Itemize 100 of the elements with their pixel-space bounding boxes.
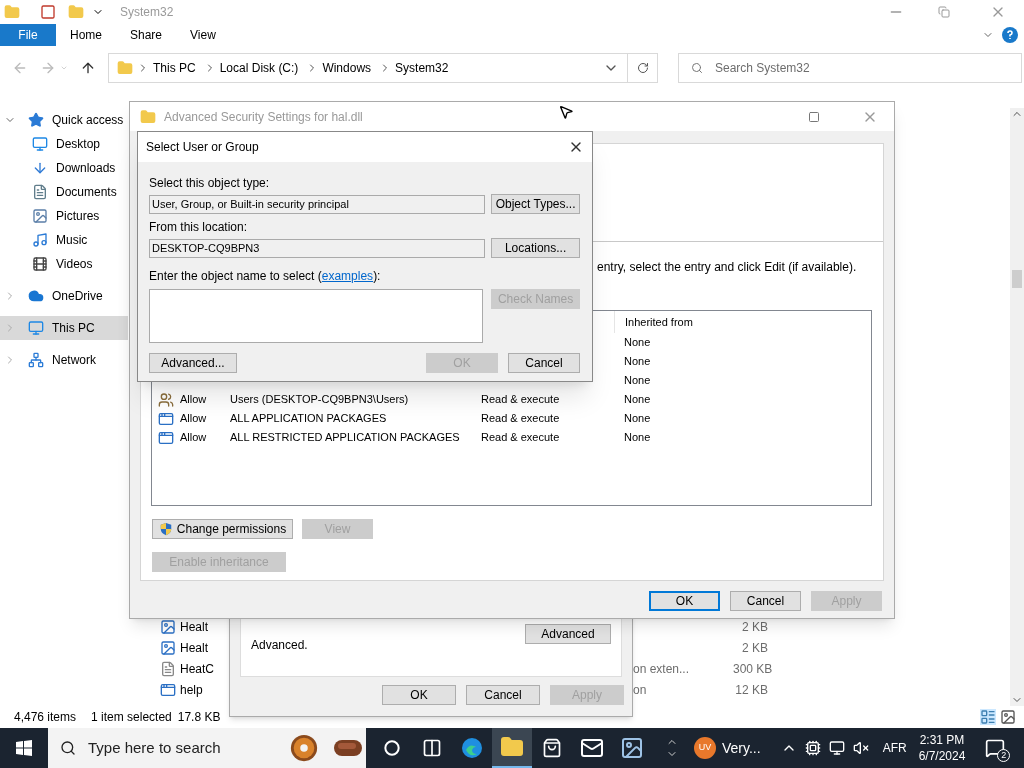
cloud-icon — [28, 288, 44, 304]
details-view-icon[interactable] — [980, 709, 996, 725]
muted-speaker-icon[interactable] — [852, 740, 869, 756]
location-field: DESKTOP-CQ9BPN3 — [149, 238, 486, 258]
file-name[interactable]: HeatC — [180, 659, 214, 678]
window-title: Advanced Security Settings for hal.dll — [164, 108, 363, 126]
field-label: Select this object type: — [149, 175, 271, 192]
file-name[interactable]: Healt — [180, 638, 208, 657]
column-header[interactable]: Inherited from — [614, 311, 693, 333]
table-cell-text: Allow — [180, 430, 208, 446]
nav-item[interactable]: Pictures — [0, 204, 128, 228]
file-name[interactable]: help — [180, 680, 203, 699]
image-file-icon — [160, 618, 176, 635]
ribbon-tab[interactable]: Share — [116, 24, 177, 46]
file-size: 12 KB — [734, 681, 768, 699]
date-text: 6/7/2024 — [918, 748, 966, 764]
file-name[interactable]: Healt — [180, 617, 208, 636]
item-count: 4,476 items — [14, 709, 77, 726]
table-cell-text: None — [624, 411, 651, 427]
advanced-button[interactable]: Advanced — [525, 624, 611, 644]
address-bar[interactable]: This PC Local Disk (C:) Windows System32 — [108, 53, 658, 83]
file-tab[interactable]: File — [0, 24, 56, 46]
shield-icon — [158, 522, 173, 536]
search-placeholder: Type here to search — [88, 737, 221, 758]
breadcrumb[interactable]: This PC — [153, 59, 196, 77]
advanced-button[interactable]: Advanced... — [149, 353, 237, 373]
dialog-button[interactable]: OK — [382, 685, 456, 705]
change-permissions-button[interactable]: Change permissions — [152, 519, 293, 539]
object-name-field[interactable] — [149, 289, 484, 343]
mail-icon — [580, 736, 604, 760]
star-icon — [28, 112, 44, 128]
selection-count: 1 item selected — [91, 709, 172, 726]
folder-icon — [500, 735, 524, 759]
table-cell-text: Read & execute — [481, 411, 561, 427]
search-icon — [691, 62, 703, 74]
app-window-icon — [160, 681, 176, 698]
file-size: 2 KB — [741, 618, 768, 636]
image-file-icon — [160, 639, 176, 656]
dialog-button[interactable]: Cancel — [730, 591, 801, 611]
table-cell-text: ALL APPLICATION PACKAGES — [230, 411, 388, 427]
refresh-icon[interactable] — [636, 62, 649, 74]
dialog-button[interactable]: Cancel — [466, 685, 540, 705]
clock[interactable]: 2:31 PM 6/7/2024 — [918, 732, 966, 764]
restore-icon[interactable] — [938, 6, 950, 18]
maximize-icon[interactable] — [808, 110, 820, 123]
scroll-thumb[interactable] — [1012, 270, 1022, 288]
folder-icon — [140, 108, 156, 125]
window-title: System32 — [120, 4, 174, 21]
nav-item[interactable]: Desktop — [0, 132, 128, 156]
browser-icon — [460, 736, 484, 760]
tiles-view-icon[interactable] — [1000, 709, 1016, 725]
file-size: 2 KB — [741, 639, 768, 657]
network-icon[interactable] — [828, 740, 845, 756]
table-cell-text: None — [624, 354, 651, 370]
search-icon — [60, 740, 76, 756]
computer-icon — [28, 320, 44, 336]
language-indicator[interactable]: AFR — [882, 739, 907, 757]
object-types-button[interactable]: Object Types... — [491, 194, 580, 214]
help-icon[interactable] — [1002, 27, 1018, 43]
cancel-button[interactable]: Cancel — [508, 353, 580, 373]
circle-icon — [384, 740, 400, 756]
nav-item[interactable]: Videos — [0, 252, 128, 276]
weather-text[interactable]: Very... — [722, 737, 761, 759]
object-type-field: User, Group, or Built-in security principal — [149, 194, 486, 214]
search-field[interactable]: Search System32 — [678, 53, 1022, 83]
file-type: on exten... — [633, 660, 690, 678]
nav-item[interactable]: Documents — [0, 180, 128, 204]
ribbon-tab[interactable]: Home — [56, 24, 116, 46]
nav-item[interactable]: OneDrive — [0, 284, 128, 308]
document-icon — [32, 184, 48, 200]
taskbar-app[interactable] — [492, 728, 532, 768]
nav-item[interactable]: Music — [0, 228, 128, 252]
locations-button[interactable]: Locations... — [491, 238, 580, 258]
dialog-button[interactable]: OK — [649, 591, 720, 611]
shopping-bag-icon — [542, 738, 562, 758]
selection-size: 17.8 KB — [177, 709, 221, 726]
table-cell-text: Allow — [180, 411, 208, 427]
field-label: Enter the object name to select (examples): — [149, 268, 382, 285]
taskbar-search-field[interactable]: Type here to search — [48, 728, 366, 768]
nav-item[interactable]: This PC — [0, 316, 128, 340]
donut-icon — [288, 733, 320, 763]
examples-link[interactable]: examples — [321, 269, 374, 283]
notification-count: 2 — [997, 749, 1011, 762]
nav-item[interactable]: Downloads — [0, 156, 128, 180]
checkbox-icon[interactable] — [40, 4, 56, 20]
nav-item[interactable]: Quick access — [0, 108, 128, 132]
nav-item[interactable]: Network — [0, 348, 128, 372]
breadcrumb[interactable]: System32 — [395, 59, 449, 77]
breadcrumb[interactable]: Windows — [322, 59, 372, 77]
table-cell-text: Users (DESKTOP-CQ9BPN3\Users) — [230, 392, 410, 408]
up-icon[interactable] — [80, 60, 96, 76]
ribbon-tab[interactable]: View — [176, 24, 230, 46]
breadcrumb[interactable]: Local Disk (C:) — [219, 59, 299, 77]
task-view-icon — [422, 738, 442, 758]
users-icon — [158, 391, 174, 408]
image-icon — [620, 736, 644, 760]
folder-icon — [117, 60, 133, 76]
field-label: From this location: — [149, 219, 249, 236]
scrollbar[interactable] — [1010, 108, 1024, 706]
table-cell-text: Allow — [180, 392, 208, 408]
